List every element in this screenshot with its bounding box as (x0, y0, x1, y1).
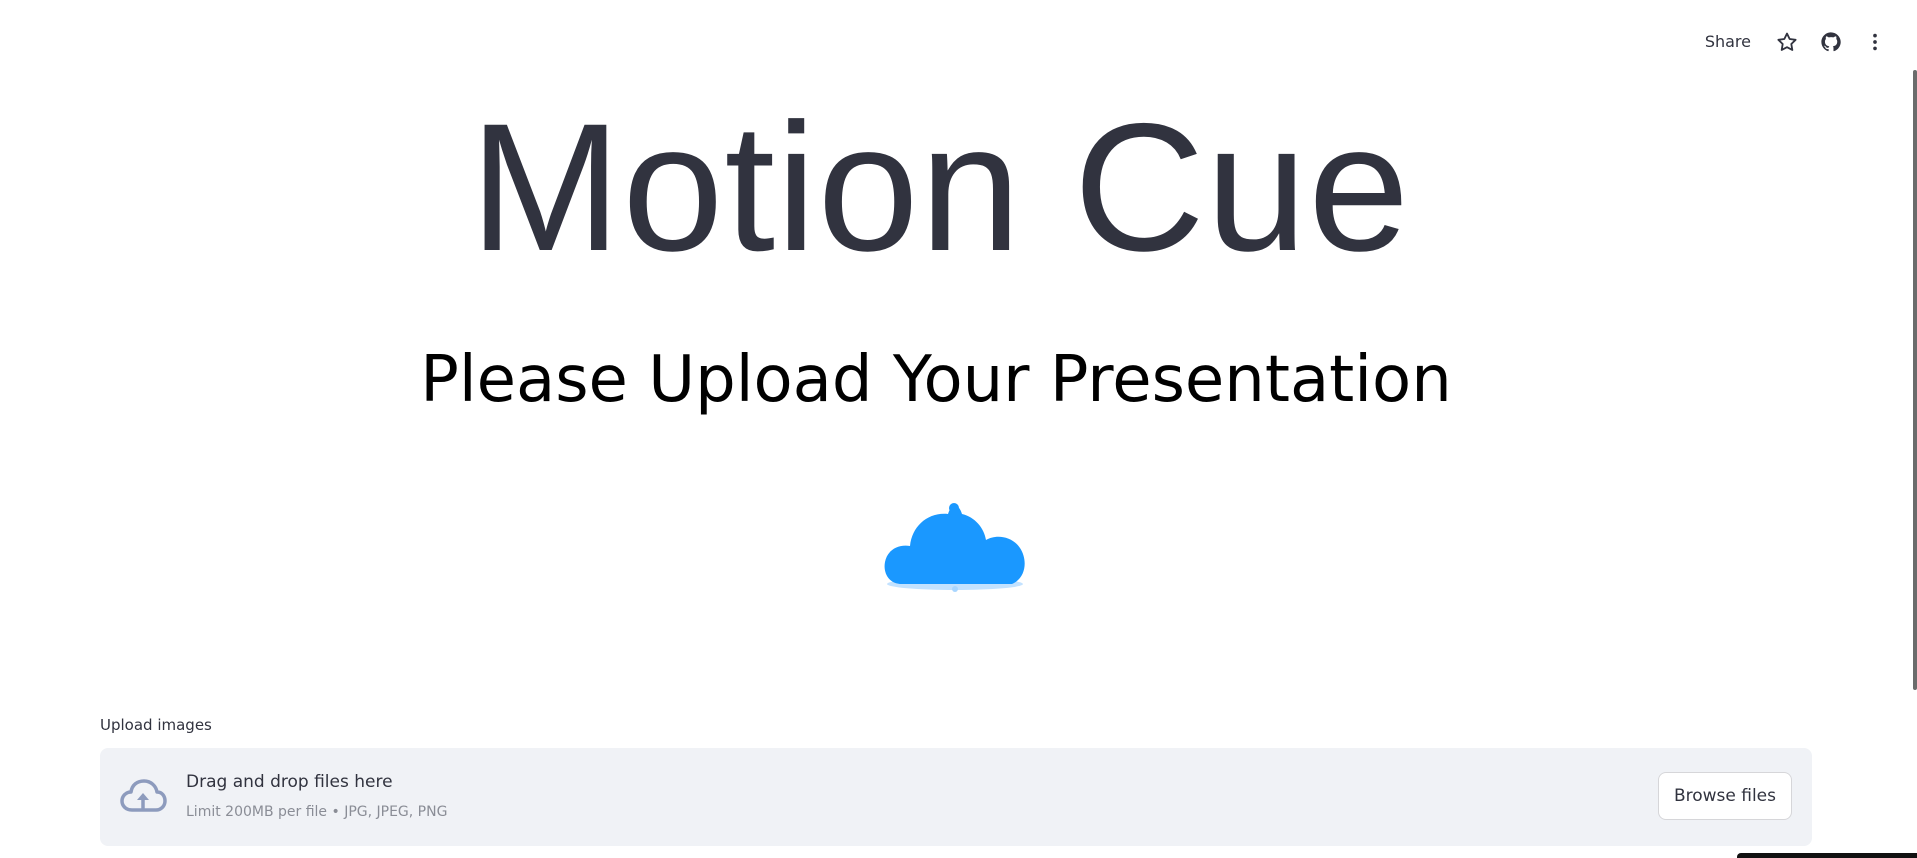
dropzone-text: Drag and drop files here Limit 200MB per… (186, 769, 447, 825)
page-subtitle: Please Upload Your Presentation (420, 343, 1452, 417)
top-toolbar: Share (1691, 26, 1897, 58)
bottom-status-strip (1737, 853, 1917, 858)
github-icon[interactable] (1809, 26, 1853, 58)
page-scrollbar[interactable] (1911, 70, 1917, 690)
dropzone-instructions: Drag and drop files here (186, 772, 393, 792)
dropzone-limit: Limit 200MB per file • JPG, JPEG, PNG (186, 804, 448, 820)
star-icon[interactable] (1765, 26, 1809, 58)
share-button[interactable]: Share (1691, 26, 1765, 58)
cloud-icon (880, 488, 1030, 594)
browse-files-button[interactable]: Browse files (1657, 772, 1792, 820)
uploader-label: Upload images (100, 716, 212, 734)
scrollbar-thumb[interactable] (1913, 70, 1917, 690)
app-title: Motion Cue (469, 85, 1411, 289)
file-dropzone[interactable]: Drag and drop files here Limit 200MB per… (100, 748, 1812, 846)
app-page: Share Motion Cue Please Upload Your Pres… (0, 0, 1917, 858)
cloud-upload-icon (118, 777, 168, 817)
more-vertical-icon[interactable] (1853, 26, 1897, 58)
